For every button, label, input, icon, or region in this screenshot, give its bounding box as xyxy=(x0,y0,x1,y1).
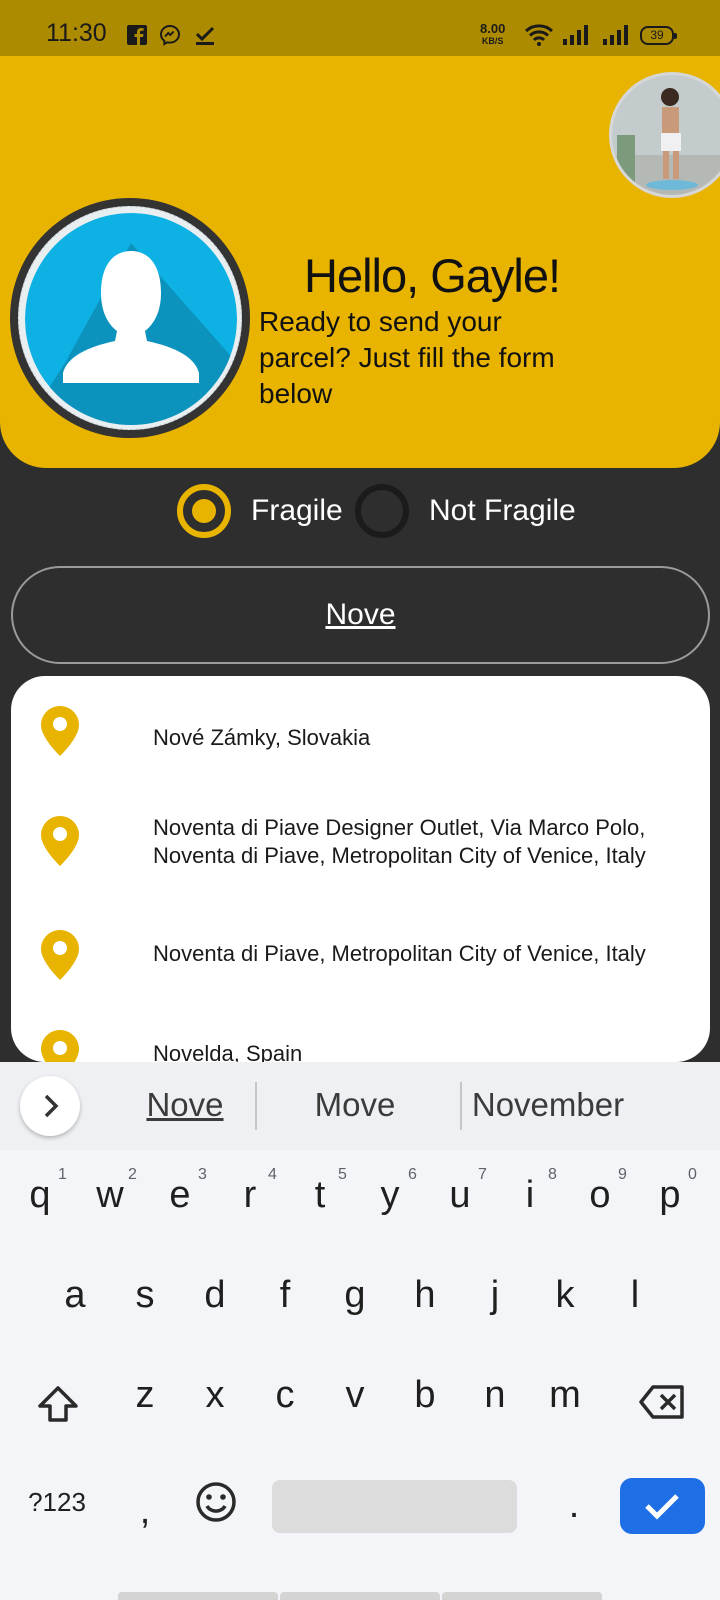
keyboard-expand-button[interactable] xyxy=(20,1076,80,1136)
key-d[interactable]: d xyxy=(185,1274,245,1317)
destination-input[interactable]: Nove xyxy=(11,566,710,664)
checkmark-icon xyxy=(645,1494,679,1520)
key-z[interactable]: z xyxy=(115,1374,175,1417)
location-pin-icon xyxy=(41,816,79,866)
radio-fragile-label: Fragile xyxy=(251,494,343,527)
facebook-icon xyxy=(127,25,147,45)
key-x[interactable]: x xyxy=(185,1374,245,1417)
key-s[interactable]: s xyxy=(115,1274,175,1317)
key-hint: 1 xyxy=(58,1166,67,1183)
period-key[interactable]: . xyxy=(544,1484,604,1527)
key-hint: 0 xyxy=(688,1166,697,1183)
suggestion-text: Nové Zámky, Slovakia xyxy=(153,725,371,750)
radio-not-fragile-label: Not Fragile xyxy=(429,494,576,527)
key-l[interactable]: l xyxy=(605,1274,665,1317)
backspace-icon[interactable] xyxy=(639,1384,685,1420)
key-hint: 7 xyxy=(478,1166,487,1183)
suggestion-item[interactable]: Nové Zámky, Slovakia xyxy=(11,694,710,794)
symbols-key[interactable]: ?123 xyxy=(26,1487,88,1518)
key-v[interactable]: v xyxy=(325,1374,385,1417)
network-speed-unit: KB/S xyxy=(481,36,504,46)
greeting-title: Hello, Gayle! xyxy=(304,249,561,302)
network-speed-value: 8.00 xyxy=(480,21,506,36)
key-g[interactable]: g xyxy=(325,1274,385,1317)
avatar-image xyxy=(25,213,237,425)
suggestion-item[interactable]: Novelda, Spain xyxy=(11,1030,710,1062)
key-k[interactable]: k xyxy=(535,1274,595,1317)
key-m[interactable]: m xyxy=(535,1374,595,1417)
nav-hint xyxy=(442,1592,602,1600)
signal-icon-2 xyxy=(603,25,628,45)
emoji-icon[interactable] xyxy=(194,1480,238,1524)
greeting-subtitle: Ready to send your parcel? Just fill the… xyxy=(259,306,555,409)
key-hint: 3 xyxy=(198,1166,207,1183)
keyboard-suggestion[interactable]: Nove xyxy=(110,1086,260,1124)
key-hint: 6 xyxy=(408,1166,417,1183)
comma-key[interactable]: , xyxy=(115,1490,175,1533)
location-pin-icon xyxy=(41,930,79,980)
key-a[interactable]: a xyxy=(45,1274,105,1317)
check-icon xyxy=(195,26,215,45)
location-pin-icon xyxy=(41,706,79,756)
person-photo-icon xyxy=(612,75,720,195)
key-c[interactable]: c xyxy=(255,1374,315,1417)
avatar-frame xyxy=(18,206,242,430)
key-b[interactable]: b xyxy=(395,1374,455,1417)
keyboard-suggestion[interactable]: November xyxy=(468,1086,628,1124)
battery-icon: 39 xyxy=(640,26,677,45)
key-j[interactable]: j xyxy=(465,1274,525,1317)
suggestion-text: Novelda, Spain xyxy=(153,1041,303,1062)
enter-key[interactable] xyxy=(620,1478,705,1534)
key-hint: 2 xyxy=(128,1166,137,1183)
user-avatar[interactable] xyxy=(10,198,250,438)
suggestion-text: Noventa di Piave, Metropolitan City of V… xyxy=(153,941,646,966)
wifi-icon xyxy=(524,24,554,46)
keyboard-suggestion-bar: Nove Move November xyxy=(0,1062,720,1150)
suggestion-item[interactable]: Noventa di Piave Designer Outlet, Via Ma… xyxy=(11,798,710,898)
key-h[interactable]: h xyxy=(395,1274,455,1317)
space-key[interactable] xyxy=(272,1480,517,1533)
divider xyxy=(255,1082,257,1130)
keyboard-suggestion[interactable]: Move xyxy=(280,1086,430,1124)
status-bar: 11:30 8.00 KB/S 39 xyxy=(0,0,720,56)
key-f[interactable]: f xyxy=(255,1274,315,1317)
destination-input-value: Nove xyxy=(325,598,396,631)
location-suggestions: Nové Zámky, Slovakia Noventa di Piave De… xyxy=(11,676,710,1062)
radio-unselected-icon[interactable] xyxy=(355,484,409,538)
key-hint: 4 xyxy=(268,1166,277,1183)
status-time: 11:30 xyxy=(46,19,107,47)
divider xyxy=(460,1082,462,1130)
key-hint: 8 xyxy=(548,1166,557,1183)
signal-icon xyxy=(563,25,588,45)
radio-selected-icon[interactable] xyxy=(177,484,231,538)
nav-hint xyxy=(118,1592,278,1600)
messenger-icon xyxy=(159,24,181,46)
suggestion-text: Noventa di Piave Designer Outlet, Via Ma… xyxy=(153,815,646,868)
chevron-right-icon xyxy=(44,1094,59,1118)
key-hint: 5 xyxy=(338,1166,347,1183)
location-pin-icon xyxy=(41,1030,79,1062)
person-silhouette-icon xyxy=(25,213,237,425)
suggestion-item[interactable]: Noventa di Piave, Metropolitan City of V… xyxy=(11,918,710,1018)
key-hint: 9 xyxy=(618,1166,627,1183)
network-speed: 8.00 KB/S xyxy=(480,21,506,47)
shift-icon[interactable] xyxy=(36,1384,80,1424)
nav-hint xyxy=(280,1592,440,1600)
key-n[interactable]: n xyxy=(465,1374,525,1417)
